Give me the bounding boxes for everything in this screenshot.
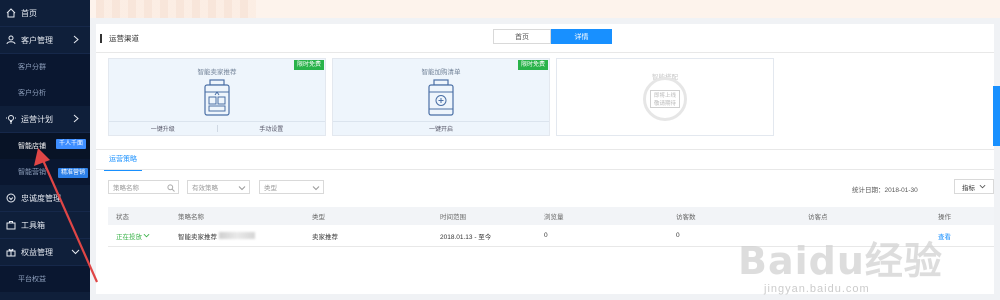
- main-panel: 运营渠道 首页 详情 智能卖家推荐 限时免费 一键升级 手动设置 智能加购清单 …: [96, 24, 994, 294]
- one-click-upgrade-link[interactable]: 一键升级: [109, 124, 217, 133]
- sidebar-item-operation-plan[interactable]: 运营计划: [0, 106, 90, 133]
- chevron-down-icon: [71, 247, 80, 256]
- chevron-down-icon: [979, 183, 986, 190]
- column-header: 浏览量: [544, 214, 564, 221]
- column-header: 访客数: [676, 214, 696, 221]
- cart-jar-icon: [426, 79, 456, 117]
- column-header: 时间范围: [440, 214, 466, 221]
- feature-tag: 千人千面: [56, 139, 87, 149]
- card-title: 智能加购清单: [421, 69, 461, 76]
- coming-soon-stamp: 即将上线 敬请期待: [643, 77, 687, 121]
- feature-tag: 精准营销: [58, 168, 89, 178]
- column-header: 类型: [312, 214, 325, 221]
- free-badge: 限时免费: [293, 60, 324, 70]
- sidebar: 首页 客户管理 客户分群 客户分析 运营计划 智能店铺 千人千面 智能营销 精准…: [0, 0, 90, 300]
- tab-detail[interactable]: 详情: [551, 29, 612, 44]
- status-select[interactable]: 有效策略: [187, 180, 250, 194]
- card-smart-cart-list[interactable]: 智能加购清单 限时免费 一键开启: [332, 58, 550, 136]
- toolbox-icon: [6, 220, 16, 230]
- sidebar-item-label: 忠诚度管理: [21, 193, 61, 203]
- strategy-name-cell: 智能卖家推荐: [178, 225, 255, 246]
- status-dropdown[interactable]: 正在投放: [116, 225, 150, 246]
- card-title: 智能卖家推荐: [197, 69, 237, 76]
- chevron-right-icon: [71, 114, 80, 123]
- time-range-cell: 2018.01.13 - 至今: [440, 233, 492, 241]
- chevron-down-icon: [312, 184, 320, 192]
- column-header: 访客点: [808, 214, 828, 221]
- thumbs-up-jar-icon: [202, 79, 232, 117]
- top-bar: [90, 0, 1000, 18]
- sidebar-item-rights-management[interactable]: 权益管理: [0, 239, 90, 266]
- gift-icon: [6, 247, 16, 257]
- views-cell: 0: [544, 232, 548, 239]
- sidebar-item-customer-management[interactable]: 客户管理: [0, 27, 90, 54]
- card-smart-matching: 智能搭配 即将上线 敬请期待: [556, 58, 774, 136]
- side-float-tab[interactable]: [993, 86, 1000, 146]
- heart-shield-icon: [6, 193, 16, 203]
- sidebar-item-label: 智能营销: [18, 169, 46, 176]
- type-cell: 卖家推荐: [312, 233, 338, 241]
- view-link[interactable]: 查看: [938, 225, 951, 246]
- selected-value: 有效策略: [192, 185, 218, 192]
- table-header: 状态 策略名称 类型 时间范围 浏览量 访客数 访客点 操作: [108, 207, 994, 225]
- status-text: 正在投放: [116, 233, 142, 241]
- column-header: 状态: [116, 214, 129, 221]
- strategy-name-text: 智能卖家推荐: [178, 233, 217, 241]
- divider: [96, 52, 994, 53]
- chevron-down-icon: [238, 184, 246, 192]
- selected-value: 类型: [264, 185, 277, 192]
- tab-home[interactable]: 首页: [493, 29, 551, 44]
- stamp-line: 敬请期待: [653, 101, 676, 107]
- card-actions: 一键升级 手动设置: [109, 121, 325, 135]
- strategy-name-input[interactable]: 策略名称: [108, 180, 179, 194]
- sidebar-item-toolbox[interactable]: 工具箱: [0, 212, 90, 239]
- type-select[interactable]: 类型: [259, 180, 324, 194]
- column-header: 操作: [938, 214, 951, 221]
- stamp-line: 即将上线: [653, 93, 676, 99]
- placeholder-text: 策略名称: [113, 185, 139, 192]
- user-icon: [6, 35, 16, 45]
- stat-date: 统计日期：2018-01-30: [852, 187, 918, 194]
- table-row: 正在投放 智能卖家推荐 卖家推荐 2018.01.13 - 至今 0 0 查看: [108, 225, 994, 247]
- manual-setup-link[interactable]: 手动设置: [218, 124, 326, 133]
- sidebar-item-customer-analysis[interactable]: 客户分析: [0, 80, 90, 106]
- card-actions: 一键开启: [333, 121, 549, 135]
- divider: [96, 149, 994, 150]
- card-smart-seller-recommend[interactable]: 智能卖家推荐 限时免费 一键升级 手动设置: [108, 58, 326, 136]
- blurred-region: [96, 0, 256, 18]
- title-bar-marker: [100, 34, 102, 43]
- metric-button[interactable]: 指标: [954, 179, 994, 194]
- visitors-cell: 0: [676, 232, 680, 239]
- sidebar-item-label: 客户分析: [18, 90, 46, 97]
- sidebar-item-label: 客户管理: [21, 35, 53, 45]
- page-title: 运营渠道: [100, 33, 139, 44]
- column-header: 策略名称: [178, 214, 204, 221]
- sidebar-item-customer-segments[interactable]: 客户分群: [0, 54, 90, 80]
- sidebar-item-label: 运营计划: [21, 114, 53, 124]
- sidebar-item-smart-marketing[interactable]: 智能营销 精准营销: [0, 159, 90, 185]
- sidebar-item-label: 权益管理: [21, 247, 53, 257]
- free-badge: 限时免费: [517, 60, 548, 70]
- sidebar-item-platform-rights[interactable]: 平台权益: [0, 266, 90, 292]
- home-icon: [6, 8, 16, 18]
- sidebar-item-label: 工具箱: [21, 220, 45, 230]
- sidebar-item-loyalty[interactable]: 忠诚度管理: [0, 185, 90, 212]
- metric-button-label: 指标: [962, 184, 975, 192]
- chevron-right-icon: [71, 35, 80, 44]
- search-icon: [167, 184, 175, 192]
- chevron-down-icon: [143, 232, 150, 239]
- blurred-region: [219, 232, 255, 239]
- sidebar-item-label: 智能店铺: [18, 143, 46, 150]
- sidebar-item-smart-store[interactable]: 智能店铺 千人千面: [0, 133, 90, 159]
- bulb-icon: [6, 114, 16, 124]
- sidebar-item-home[interactable]: 首页: [0, 0, 90, 27]
- sidebar-item-label: 平台权益: [18, 276, 46, 283]
- one-click-enable-link[interactable]: 一键开启: [333, 124, 549, 133]
- divider: [96, 169, 994, 170]
- sidebar-item-label: 客户分群: [18, 64, 46, 71]
- sidebar-item-label: 首页: [21, 8, 37, 18]
- page-title-text: 运营渠道: [109, 34, 139, 43]
